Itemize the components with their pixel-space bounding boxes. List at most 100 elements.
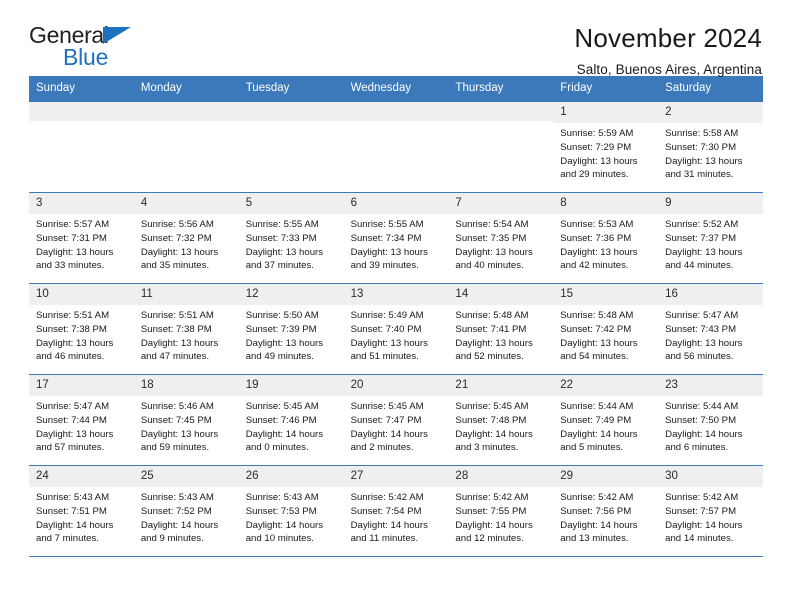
sunrise-text: Sunrise: 5:52 AM (665, 219, 739, 231)
day-number: 8 (553, 192, 659, 215)
daylight-text: Daylight: 13 hours and 42 minutes. (560, 246, 638, 272)
calendar-day-cell[interactable]: 7 Sunrise: 5:54 AM Sunset: 7:35 PM Daylight… (448, 192, 554, 283)
calendar-day-cell[interactable]: 25 Sunrise: 5:43 AM Sunset: 7:52 PM Dayligh… (133, 465, 239, 556)
sunset-text: Sunset: 7:51 PM (36, 505, 107, 517)
sunset-text: Sunset: 7:47 PM (350, 414, 422, 426)
daylight-text: Daylight: 14 hours and 5 minutes. (560, 428, 638, 454)
calendar-day-cell[interactable]: 28 Sunrise: 5:42 AM Sunset: 7:55 PM Dayligh… (448, 465, 554, 556)
sunrise-text: Sunrise: 5:48 AM (455, 310, 529, 322)
day-number (448, 101, 554, 121)
weekday-header-row: Sunday Monday Tuesday Wednesday Thursday Frid… (29, 76, 763, 102)
daylight-text: Daylight: 13 hours and 57 minutes. (36, 428, 114, 454)
sunset-text: Sunset: 7:37 PM (665, 232, 737, 244)
weekday-header-thursday: Thursday (455, 82, 504, 94)
calendar-day-cell[interactable]: 11 Sunrise: 5:51 AM Sunset: 7:38 PM Dayligh… (133, 283, 239, 374)
day-number: 9 (658, 192, 763, 215)
calendar-grid: Sunday Monday Tuesday Wednesday Thursday Frid… (29, 76, 763, 557)
day-number: 12 (238, 283, 344, 306)
day-details: Sunrise: 5:51 AM Sunset: 7:38 PM Daylight:… (134, 305, 239, 363)
day-details: Sunrise: 5:46 AM Sunset: 7:45 PM Daylight:… (134, 396, 239, 454)
calendar-day-cell[interactable]: 19 Sunrise: 5:45 AM Sunset: 7:46 PM Dayligh… (238, 374, 344, 465)
calendar-day-cell[interactable]: 26 Sunrise: 5:43 AM Sunset: 7:53 PM Dayligh… (238, 465, 344, 556)
sunset-text: Sunset: 7:45 PM (140, 414, 212, 426)
sunrise-text: Sunrise: 5:43 AM (36, 492, 110, 504)
sunset-text: Sunset: 7:57 PM (665, 505, 737, 517)
calendar-body: 1 Sunrise: 5:59 AM Sunset: 7:29 PM Daylight… (29, 101, 763, 557)
calendar-day-cell[interactable]: 9 Sunrise: 5:52 AM Sunset: 7:37 PM Daylight… (658, 192, 763, 283)
day-details: Sunrise: 5:50 AM Sunset: 7:39 PM Daylight:… (239, 305, 344, 363)
sunset-text: Sunset: 7:35 PM (455, 232, 527, 244)
calendar-day-cell[interactable]: 20 Sunrise: 5:45 AM Sunset: 7:47 PM Dayligh… (343, 374, 449, 465)
calendar-day-cell[interactable]: 10 Sunrise: 5:51 AM Sunset: 7:38 PM Dayligh… (29, 283, 134, 374)
calendar-day-cell[interactable]: 27 Sunrise: 5:42 AM Sunset: 7:54 PM Dayligh… (343, 465, 449, 556)
calendar-week-row: 1 Sunrise: 5:59 AM Sunset: 7:29 PM Daylight… (29, 101, 763, 193)
sunset-text: Sunset: 7:43 PM (665, 323, 737, 335)
title-block: November 2024 Salto, Buenos Aires, Argen… (574, 24, 763, 77)
calendar-day-cell-empty (238, 101, 344, 192)
sunset-text: Sunset: 7:44 PM (36, 414, 107, 426)
general-blue-logo[interactable]: General Blue (29, 24, 149, 74)
calendar-day-cell[interactable]: 14 Sunrise: 5:48 AM Sunset: 7:41 PM Dayligh… (448, 283, 554, 374)
calendar-week-row: 10 Sunrise: 5:51 AM Sunset: 7:38 PM Dayligh… (29, 283, 763, 375)
sunset-text: Sunset: 7:41 PM (455, 323, 527, 335)
day-details: Sunrise: 5:51 AM Sunset: 7:38 PM Daylight:… (29, 305, 134, 363)
calendar-day-cell[interactable]: 6 Sunrise: 5:55 AM Sunset: 7:34 PM Daylight… (343, 192, 449, 283)
day-details: Sunrise: 5:54 AM Sunset: 7:35 PM Daylight:… (448, 214, 553, 272)
calendar-day-cell[interactable]: 29 Sunrise: 5:42 AM Sunset: 7:56 PM Dayligh… (553, 465, 659, 556)
calendar-day-cell[interactable]: 23 Sunrise: 5:44 AM Sunset: 7:50 PM Dayligh… (658, 374, 763, 465)
daylight-text: Daylight: 13 hours and 51 minutes. (350, 337, 428, 363)
sunrise-text: Sunrise: 5:45 AM (350, 401, 424, 413)
calendar-day-cell[interactable]: 15 Sunrise: 5:48 AM Sunset: 7:42 PM Dayligh… (553, 283, 659, 374)
page-header: General Blue November 2024 Salto, Buenos… (29, 0, 763, 77)
calendar-day-cell[interactable]: 18 Sunrise: 5:46 AM Sunset: 7:45 PM Dayligh… (133, 374, 239, 465)
day-number: 17 (29, 374, 134, 397)
sunrise-text: Sunrise: 5:59 AM (560, 128, 634, 140)
day-details: Sunrise: 5:59 AM Sunset: 7:29 PM Daylight:… (553, 123, 658, 181)
day-number: 6 (343, 192, 449, 215)
calendar-day-cell[interactable]: 1 Sunrise: 5:59 AM Sunset: 7:29 PM Daylight… (553, 101, 659, 192)
calendar-day-cell[interactable]: 13 Sunrise: 5:49 AM Sunset: 7:40 PM Dayligh… (343, 283, 449, 374)
day-number (238, 101, 344, 121)
calendar-day-cell[interactable]: 12 Sunrise: 5:50 AM Sunset: 7:39 PM Dayligh… (238, 283, 344, 374)
sunset-text: Sunset: 7:52 PM (140, 505, 212, 517)
sunset-text: Sunset: 7:53 PM (245, 505, 317, 517)
calendar-day-cell[interactable]: 22 Sunrise: 5:44 AM Sunset: 7:49 PM Dayligh… (553, 374, 659, 465)
calendar-day-cell[interactable]: 17 Sunrise: 5:47 AM Sunset: 7:44 PM Dayligh… (29, 374, 134, 465)
day-details: Sunrise: 5:43 AM Sunset: 7:51 PM Daylight:… (29, 487, 134, 545)
weekday-header-sunday: Sunday (36, 82, 76, 94)
calendar-week-row: 24 Sunrise: 5:43 AM Sunset: 7:51 PM Dayligh… (29, 465, 763, 557)
day-number: 3 (29, 192, 134, 215)
calendar-day-cell-empty (448, 101, 554, 192)
day-number: 18 (133, 374, 239, 397)
calendar-day-cell[interactable]: 8 Sunrise: 5:53 AM Sunset: 7:36 PM Daylight… (553, 192, 659, 283)
daylight-text: Daylight: 13 hours and 35 minutes. (140, 246, 219, 272)
sunrise-text: Sunrise: 5:53 AM (560, 219, 634, 231)
day-details: Sunrise: 5:58 AM Sunset: 7:30 PM Daylight:… (658, 123, 763, 181)
sunset-text: Sunset: 7:42 PM (560, 323, 632, 335)
calendar-day-cell[interactable]: 5 Sunrise: 5:55 AM Sunset: 7:33 PM Daylight… (238, 192, 344, 283)
day-details: Sunrise: 5:47 AM Sunset: 7:44 PM Daylight:… (29, 396, 134, 454)
daylight-text: Daylight: 14 hours and 12 minutes. (455, 519, 533, 545)
day-number (343, 101, 449, 121)
sunset-text: Sunset: 7:50 PM (665, 414, 737, 426)
day-number: 14 (448, 283, 554, 306)
sunrise-text: Sunrise: 5:49 AM (350, 310, 424, 322)
day-details: Sunrise: 5:53 AM Sunset: 7:36 PM Daylight:… (553, 214, 658, 272)
day-details: Sunrise: 5:43 AM Sunset: 7:52 PM Daylight:… (134, 487, 239, 545)
calendar-day-cell[interactable]: 24 Sunrise: 5:43 AM Sunset: 7:51 PM Dayligh… (29, 465, 134, 556)
day-details: Sunrise: 5:42 AM Sunset: 7:57 PM Daylight:… (658, 487, 763, 545)
sunset-text: Sunset: 7:31 PM (36, 232, 107, 244)
calendar-day-cell[interactable]: 21 Sunrise: 5:45 AM Sunset: 7:48 PM Dayligh… (448, 374, 554, 465)
daylight-text: Daylight: 13 hours and 54 minutes. (560, 337, 638, 363)
daylight-text: Daylight: 13 hours and 46 minutes. (36, 337, 114, 363)
calendar-day-cell[interactable]: 2 Sunrise: 5:58 AM Sunset: 7:30 PM Daylight… (658, 101, 763, 192)
triangle-icon (103, 27, 131, 44)
calendar-day-cell[interactable]: 16 Sunrise: 5:47 AM Sunset: 7:43 PM Dayligh… (658, 283, 763, 374)
sunrise-text: Sunrise: 5:42 AM (350, 492, 424, 504)
calendar-day-cell[interactable]: 4 Sunrise: 5:56 AM Sunset: 7:32 PM Daylight… (133, 192, 239, 283)
calendar-day-cell[interactable]: 30 Sunrise: 5:42 AM Sunset: 7:57 PM Dayligh… (658, 465, 763, 556)
sunset-text: Sunset: 7:38 PM (140, 323, 212, 335)
calendar-day-cell[interactable]: 3 Sunrise: 5:57 AM Sunset: 7:31 PM Daylight… (29, 192, 134, 283)
day-number: 13 (343, 283, 449, 306)
location-subtitle: Salto, Buenos Aires, Argentina (576, 61, 762, 77)
